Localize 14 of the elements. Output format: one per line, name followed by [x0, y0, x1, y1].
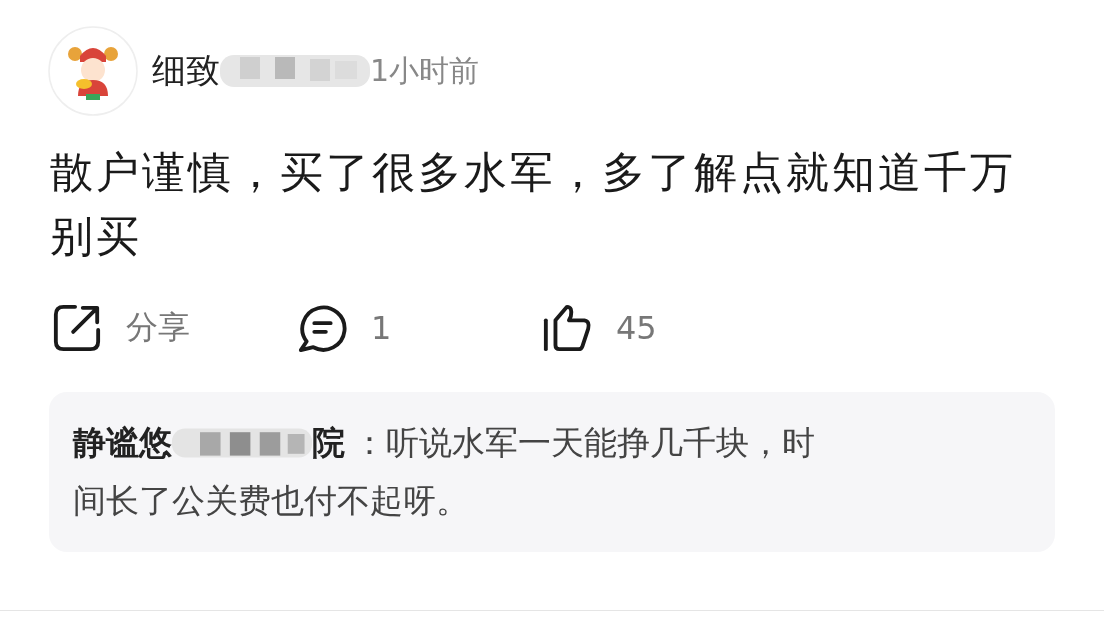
like-count: 45 — [616, 309, 657, 347]
thumbs-up-icon[interactable] — [542, 303, 592, 353]
reply-username[interactable]: 院 — [312, 414, 345, 472]
timestamp: 1小时前 — [370, 51, 480, 90]
reply-text: ：听说水军一天能挣几千块，时 — [353, 422, 815, 464]
username[interactable]: 细致 — [152, 48, 220, 94]
comment-text: 散户谨慎，买了很多水军，多了解点就知道千万别买 — [50, 146, 1017, 263]
comment-icon[interactable] — [297, 303, 347, 353]
share-icon[interactable] — [52, 303, 102, 353]
reply-text: 间长了公关费也付不起呀。 — [73, 480, 469, 522]
reply-username[interactable]: 静谧悠 — [73, 414, 172, 472]
share-label: 分享 — [126, 307, 190, 348]
avatar-icon[interactable] — [48, 26, 138, 116]
comment-count: 1 — [371, 309, 392, 347]
